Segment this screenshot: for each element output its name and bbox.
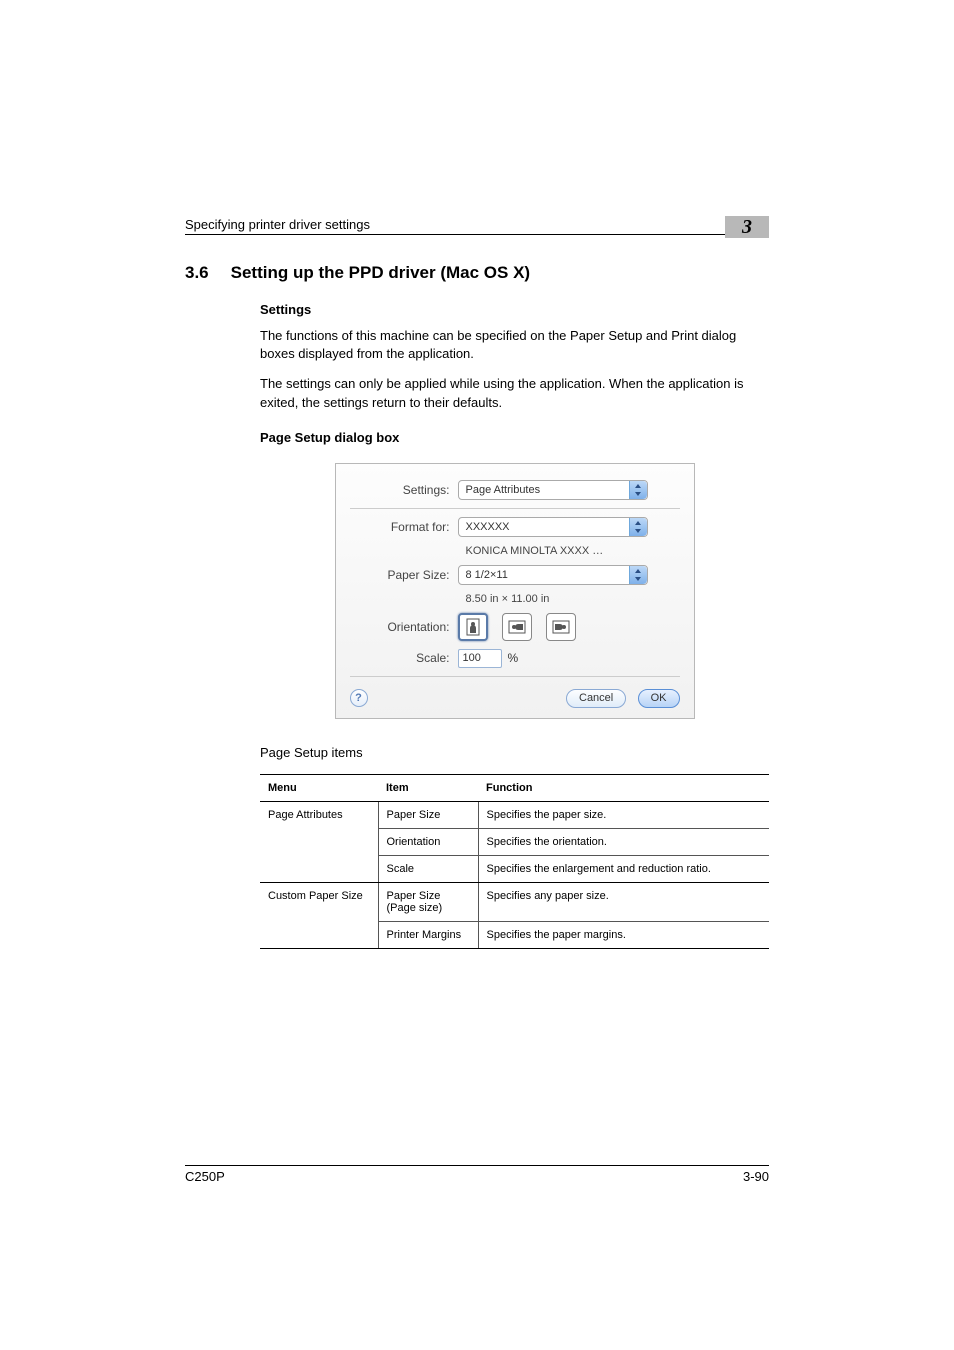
cell-menu [260, 855, 378, 882]
chevron-updown-icon [629, 566, 647, 584]
cell-item: Orientation [378, 828, 478, 855]
format-for-select[interactable]: XXXXXX [458, 517, 648, 537]
cell-function: Specifies the orientation. [478, 828, 769, 855]
th-menu: Menu [260, 774, 378, 801]
orientation-landscape-left-button[interactable] [502, 613, 532, 641]
cell-item: Printer Margins [378, 921, 478, 948]
divider [350, 508, 680, 509]
chevron-updown-icon [629, 481, 647, 499]
table-row: Orientation Specifies the orientation. [260, 828, 769, 855]
subhead-settings: Settings [260, 302, 769, 317]
format-for-value: XXXXXX [466, 521, 510, 533]
running-title: Specifying printer driver settings [185, 217, 725, 232]
cell-function: Specifies the enlargement and reduction … [478, 855, 769, 882]
label-settings: Settings: [350, 483, 458, 497]
label-scale: Scale: [350, 651, 458, 665]
footer-model: C250P [185, 1169, 225, 1184]
help-button[interactable]: ? [350, 689, 368, 707]
cell-menu [260, 828, 378, 855]
label-paper-size: Paper Size: [350, 568, 458, 582]
th-item: Item [378, 774, 478, 801]
page-footer: C250P 3-90 [185, 1165, 769, 1184]
cell-item: Paper Size [378, 801, 478, 828]
table-row: Scale Specifies the enlargement and redu… [260, 855, 769, 882]
table-row: Page Attributes Paper Size Specifies the… [260, 801, 769, 828]
paragraph: The functions of this machine can be spe… [260, 327, 769, 363]
orientation-portrait-button[interactable] [458, 613, 488, 641]
cell-menu [260, 921, 378, 948]
ok-button[interactable]: OK [638, 689, 680, 708]
table-row: Printer Margins Specifies the paper marg… [260, 921, 769, 948]
running-header: Specifying printer driver settings 3 [185, 210, 769, 235]
paper-size-value: 8 1/2×11 [466, 569, 508, 581]
cell-item: Paper Size (Page size) [378, 882, 478, 921]
cell-item: Scale [378, 855, 478, 882]
subhead-page-setup: Page Setup dialog box [260, 430, 769, 445]
footer-page-number: 3-90 [743, 1169, 769, 1184]
percent-label: % [508, 651, 519, 665]
cell-function: Specifies the paper margins. [478, 921, 769, 948]
label-orientation: Orientation: [350, 620, 458, 634]
paper-size-subtext: 8.50 in × 11.00 in [466, 593, 680, 605]
section-heading: 3.6 Setting up the PPD driver (Mac OS X) [185, 263, 769, 283]
label-format-for: Format for: [350, 520, 458, 534]
cell-menu: Custom Paper Size [260, 882, 378, 921]
format-for-subtext: KONICA MINOLTA XXXX … [466, 545, 680, 557]
settings-select[interactable]: Page Attributes [458, 480, 648, 500]
settings-value: Page Attributes [466, 484, 541, 496]
paper-size-select[interactable]: 8 1/2×11 [458, 565, 648, 585]
page-setup-dialog: Settings: Page Attributes Format for: XX… [335, 463, 695, 719]
table-row: Custom Paper Size Paper Size (Page size)… [260, 882, 769, 921]
divider [350, 676, 680, 677]
scale-input[interactable] [458, 649, 502, 668]
orientation-landscape-right-button[interactable] [546, 613, 576, 641]
th-function: Function [478, 774, 769, 801]
cell-menu: Page Attributes [260, 801, 378, 828]
page-setup-items-table: Menu Item Function Page Attributes Paper… [260, 774, 769, 949]
cell-function: Specifies the paper size. [478, 801, 769, 828]
section-title: Setting up the PPD driver (Mac OS X) [231, 263, 530, 283]
table-caption: Page Setup items [260, 745, 769, 760]
cancel-button[interactable]: Cancel [566, 689, 626, 708]
cell-function: Specifies any paper size. [478, 882, 769, 921]
section-number: 3.6 [185, 263, 209, 283]
chapter-badge: 3 [725, 216, 769, 238]
paragraph: The settings can only be applied while u… [260, 375, 769, 411]
chevron-updown-icon [629, 518, 647, 536]
